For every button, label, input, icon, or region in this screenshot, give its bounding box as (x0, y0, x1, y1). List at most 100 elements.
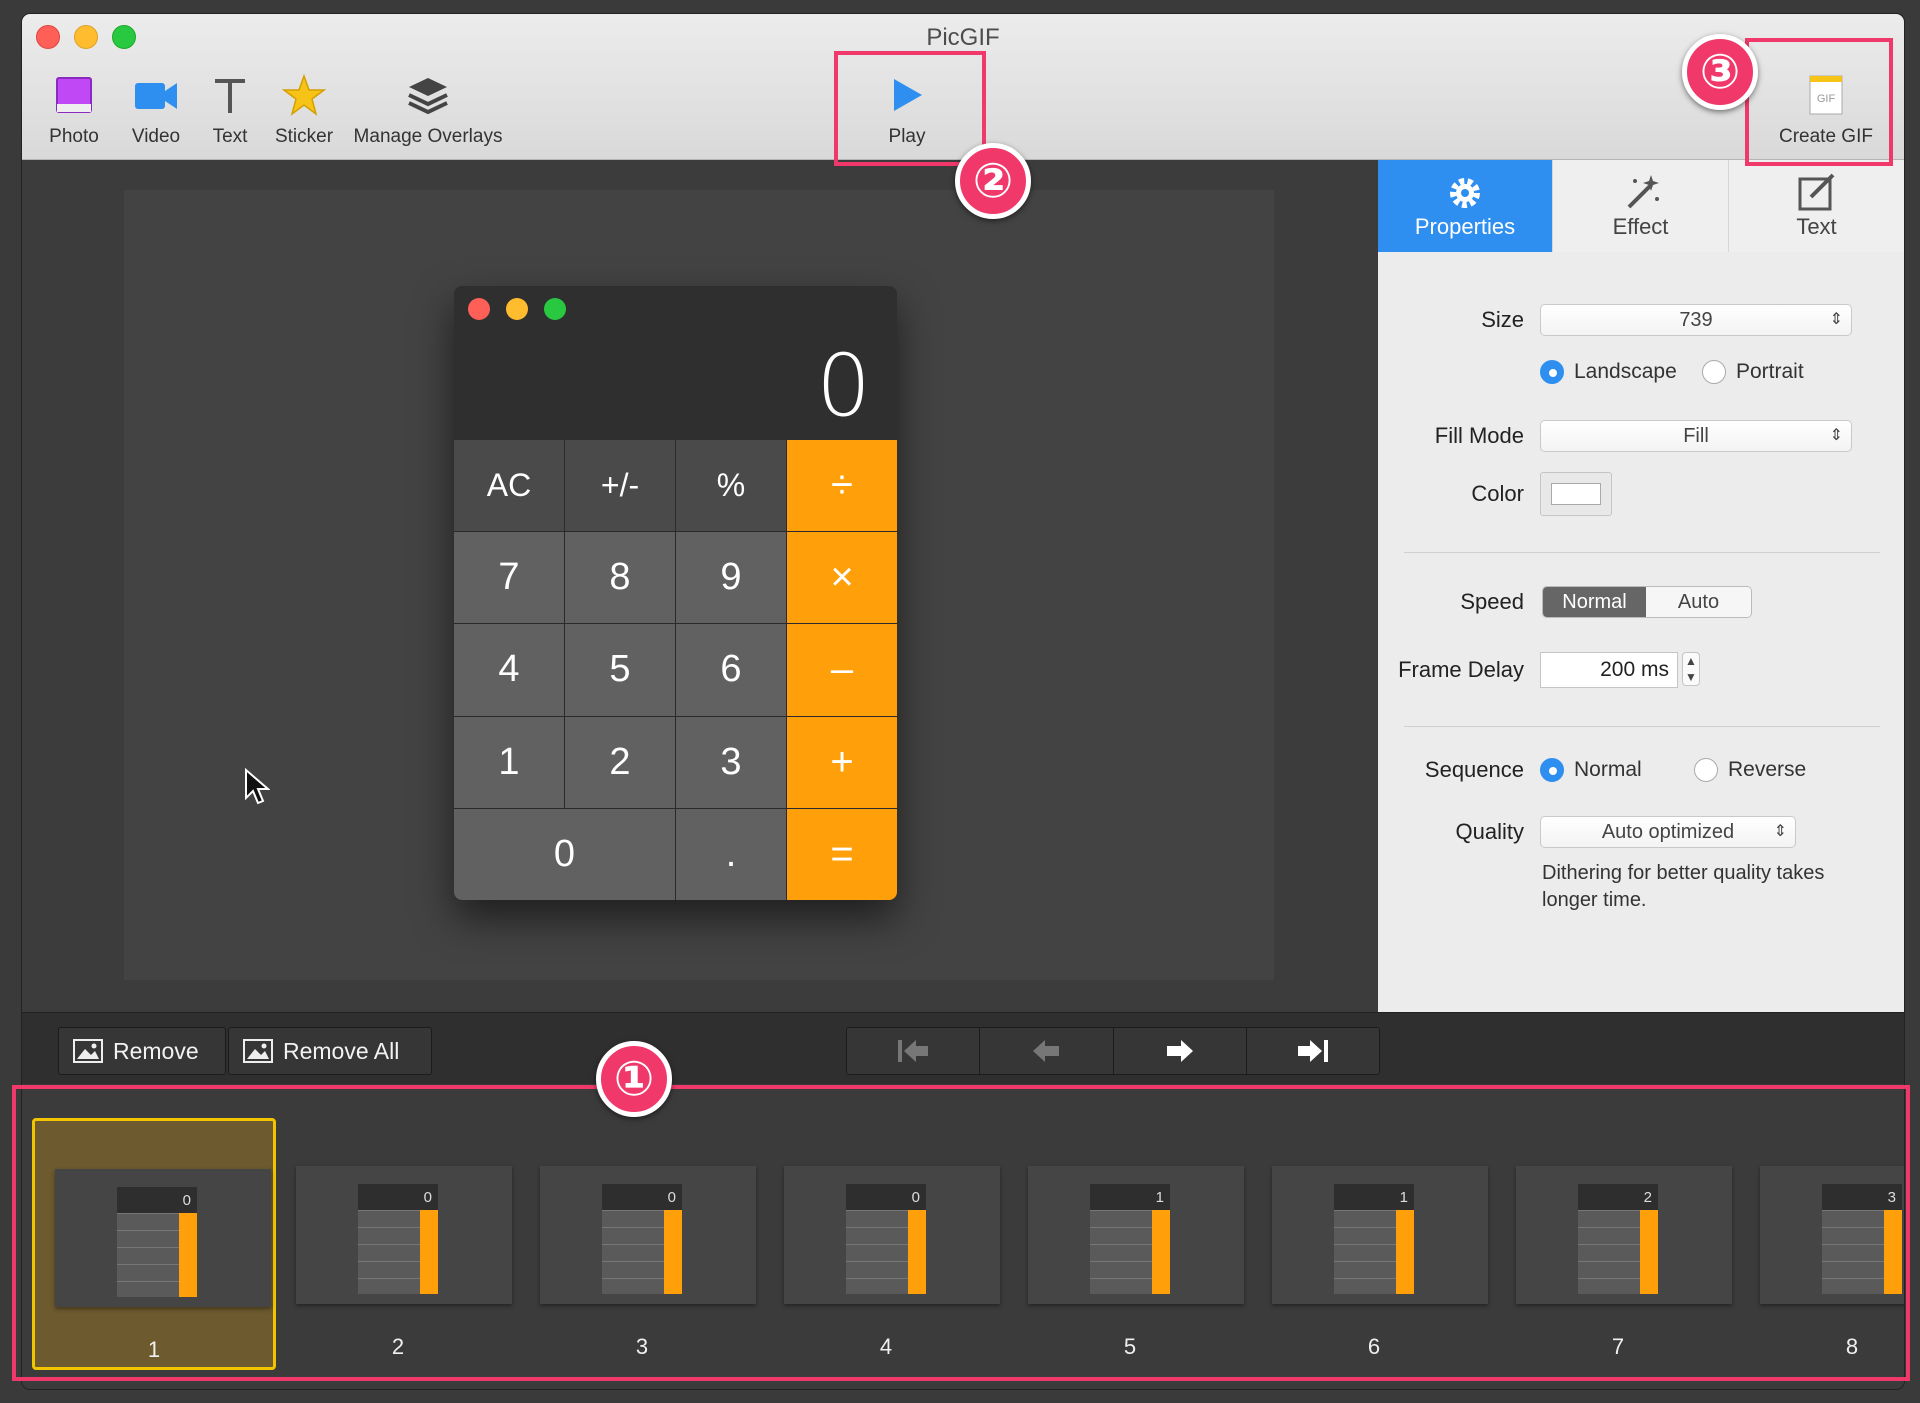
calc-key: – (787, 624, 897, 716)
create-gif-highlight-box (1745, 38, 1893, 166)
speed-row: Speed Normal Auto (1378, 582, 1904, 622)
calc-minimize-dot (506, 298, 528, 320)
radio-selected-icon (1540, 758, 1564, 782)
calc-key: 6 (676, 624, 786, 716)
frame-delay-stepper[interactable]: ▲ ▼ (1682, 652, 1700, 686)
radio-unselected-icon (1694, 758, 1718, 782)
first-frame-button[interactable] (847, 1028, 981, 1074)
remove-button[interactable]: Remove (58, 1027, 226, 1075)
calc-key: 4 (454, 624, 564, 716)
calc-zoom-dot (544, 298, 566, 320)
calc-key: AC (454, 440, 564, 532)
divider (1404, 726, 1880, 727)
remove-label: Remove (113, 1037, 199, 1064)
sequence-row: Sequence Normal Reverse (1378, 750, 1904, 790)
size-label: Size (1481, 307, 1524, 332)
size-value: 739 (1679, 309, 1713, 331)
next-frame-button[interactable] (1113, 1028, 1247, 1074)
sequence-reverse-label: Reverse (1728, 758, 1807, 781)
play-highlight-box (834, 51, 986, 166)
magic-wand-icon (1621, 172, 1661, 214)
fill-mode-row: Fill Mode Fill ⇕ (1378, 416, 1904, 456)
portrait-radio[interactable]: Portrait (1702, 352, 1804, 392)
text-icon (200, 70, 260, 120)
updown-arrow-icon: ⇕ (1829, 311, 1843, 328)
properties-panel: Properties Effect Text Size 739 ⇕ Landsca… (1378, 160, 1904, 1012)
fill-mode-select[interactable]: Fill ⇕ (1540, 420, 1852, 452)
mouse-cursor-icon (245, 768, 270, 805)
calc-key: 2 (565, 716, 675, 808)
callout-badge-2: ② (955, 143, 1031, 219)
sequence-label: Sequence (1424, 757, 1524, 782)
previous-frame-button[interactable] (980, 1028, 1114, 1074)
gear-icon (1445, 172, 1485, 214)
speed-label: Speed (1460, 589, 1524, 614)
sequence-normal-radio[interactable]: Normal (1540, 750, 1642, 790)
calc-key: ÷ (787, 440, 897, 532)
size-select[interactable]: 739 ⇕ (1540, 304, 1852, 336)
calc-key: 1 (454, 716, 564, 808)
tab-properties-label: Properties (1414, 214, 1516, 239)
calculator-frame: 0 AC +/- % ÷ 7 8 9 × 4 5 6 – 1 2 3 + 0 .… (454, 286, 897, 900)
orientation-row: Landscape Portrait (1378, 352, 1904, 392)
filmstrip-highlight-box (12, 1085, 1910, 1381)
frame-controls-bar: Remove Remove All (22, 1012, 1904, 1084)
image-icon (73, 1039, 103, 1063)
manage-overlays-button[interactable]: Manage Overlays (348, 70, 508, 148)
calc-close-dot (468, 298, 490, 320)
sticker-button[interactable]: Sticker (268, 70, 340, 148)
updown-arrow-icon: ⇕ (1829, 427, 1843, 444)
quality-label: Quality (1455, 819, 1524, 844)
divider (1404, 552, 1880, 553)
photo-icon (38, 70, 110, 120)
color-well[interactable] (1540, 472, 1612, 516)
last-frame-button[interactable] (1246, 1028, 1379, 1074)
speed-auto-segment[interactable]: Auto (1646, 587, 1751, 617)
calc-key: 3 (676, 716, 786, 808)
callout-badge-3: ③ (1682, 34, 1758, 110)
video-button[interactable]: Video (120, 70, 192, 148)
color-swatch (1551, 483, 1601, 505)
fill-mode-label: Fill Mode (1434, 423, 1524, 448)
portrait-label: Portrait (1736, 360, 1804, 383)
text-label: Text (212, 126, 248, 147)
panel-tabs: Properties Effect Text (1378, 160, 1904, 252)
tab-effect[interactable]: Effect (1553, 160, 1729, 252)
landscape-radio[interactable]: Landscape (1540, 352, 1677, 392)
quality-row: Quality Auto optimized ⇕ (1378, 812, 1904, 852)
frame-delay-input[interactable]: 200 ms (1540, 652, 1678, 688)
calc-display: 0 (816, 336, 871, 436)
size-row: Size 739 ⇕ (1378, 300, 1904, 340)
calc-key: 8 (565, 532, 675, 624)
manage-overlays-label: Manage Overlays (353, 126, 503, 147)
sequence-reverse-radio[interactable]: Reverse (1694, 750, 1806, 790)
preview-canvas[interactable]: 0 AC +/- % ÷ 7 8 9 × 4 5 6 – 1 2 3 + 0 .… (124, 190, 1274, 980)
edit-icon (1797, 172, 1837, 214)
text-button[interactable]: Text (200, 70, 260, 148)
photo-button[interactable]: Photo (38, 70, 110, 148)
tab-text[interactable]: Text (1729, 160, 1904, 252)
calc-key: 5 (565, 624, 675, 716)
calc-key: = (787, 808, 897, 900)
video-label: Video (131, 126, 181, 147)
calc-key: 0 (454, 808, 675, 900)
skip-to-start-icon (898, 1040, 929, 1062)
remove-all-label: Remove All (283, 1037, 400, 1064)
remove-all-button[interactable]: Remove All (228, 1027, 432, 1075)
calc-key: 9 (676, 532, 786, 624)
quality-note: Dithering for better quality takes longe… (1542, 862, 1825, 911)
speed-normal-segment[interactable]: Normal (1543, 587, 1647, 617)
sequence-normal-label: Normal (1574, 758, 1642, 781)
tab-properties[interactable]: Properties (1378, 160, 1553, 252)
quality-select[interactable]: Auto optimized ⇕ (1540, 816, 1796, 848)
preview-area: 0 AC +/- % ÷ 7 8 9 × 4 5 6 – 1 2 3 + 0 .… (22, 160, 1378, 1012)
tab-effect-label: Effect (1612, 214, 1669, 239)
calc-key: × (787, 532, 897, 624)
color-row: Color (1378, 472, 1904, 516)
calc-keypad: AC +/- % ÷ 7 8 9 × 4 5 6 – 1 2 3 + 0 . = (454, 440, 897, 900)
speed-segmented-control: Normal Auto (1542, 586, 1752, 618)
tab-text-label: Text (1796, 214, 1837, 239)
radio-selected-icon (1540, 360, 1564, 384)
photo-label: Photo (49, 126, 99, 147)
fill-mode-value: Fill (1683, 425, 1709, 447)
